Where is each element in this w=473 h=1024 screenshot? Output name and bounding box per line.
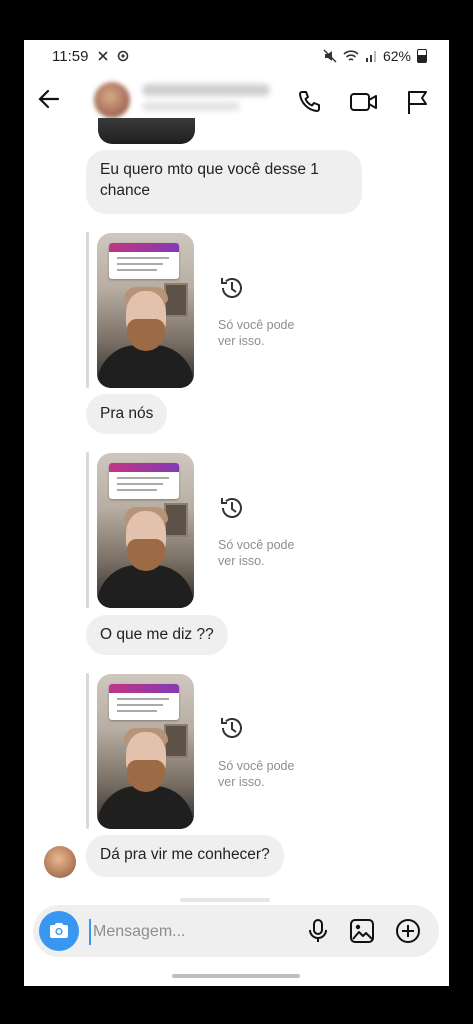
message-bubble[interactable]: Eu quero mto que você desse 1 chance — [86, 150, 362, 214]
message-input[interactable] — [89, 919, 245, 945]
message-text: Dá pra vir me conhecer? — [100, 846, 270, 863]
message-bubble[interactable]: O que me diz ?? — [86, 615, 228, 655]
history-icon — [221, 498, 242, 518]
battery-percent: 62% — [382, 48, 411, 64]
contact-name[interactable] — [142, 84, 270, 96]
message-text: Eu quero mto que você desse 1 chance — [100, 161, 319, 199]
history-icon — [221, 278, 242, 298]
composer-actions — [307, 918, 421, 944]
video-call-icon[interactable] — [349, 88, 379, 116]
camera-button[interactable] — [39, 911, 79, 951]
message-composer — [33, 905, 439, 957]
add-icon[interactable] — [395, 918, 421, 944]
gallery-icon[interactable] — [349, 918, 375, 944]
contact-status — [142, 102, 240, 111]
status-bar: 11:59 62% — [24, 40, 449, 74]
wifi-icon — [343, 50, 359, 61]
story-thumbnail[interactable] — [97, 453, 194, 608]
home-indicator[interactable] — [172, 974, 300, 978]
reply-indicator — [86, 232, 89, 388]
reply-indicator — [86, 452, 89, 608]
microphone-icon[interactable] — [307, 918, 329, 944]
bluetooth-call-icon — [98, 51, 108, 61]
story-thumbnail[interactable] — [97, 674, 194, 829]
sender-avatar[interactable] — [44, 846, 76, 878]
message-text: Pra nós — [100, 405, 154, 422]
phone-icon[interactable] — [295, 88, 323, 116]
camera-icon — [50, 923, 68, 938]
flag-icon[interactable] — [405, 88, 431, 116]
story-thumbnail-partial[interactable] — [98, 118, 195, 144]
status-right: 62% — [323, 48, 427, 64]
scroll-edge — [180, 898, 270, 902]
message-bubble[interactable]: Dá pra vir me conhecer? — [86, 835, 284, 877]
message-bubble[interactable]: Pra nós — [86, 394, 168, 434]
header-actions — [295, 88, 431, 116]
status-notification-icons — [96, 49, 130, 63]
story-privacy-note: Só você pode ver isso. — [218, 318, 295, 348]
chat-screen: 11:59 62% Eu quero mto que você desse 1 … — [24, 40, 449, 986]
message-text: O que me diz ?? — [100, 626, 214, 643]
settings-gear-icon — [117, 50, 129, 62]
mute-icon — [323, 49, 337, 63]
signal-icon — [365, 51, 376, 62]
back-arrow-icon[interactable] — [38, 88, 60, 110]
battery-icon — [417, 49, 427, 63]
story-privacy-note: Só você pode ver isso. — [218, 538, 295, 568]
contact-avatar[interactable] — [94, 82, 130, 118]
chat-header — [24, 76, 449, 126]
status-time: 11:59 — [52, 48, 89, 65]
story-privacy-note: Só você pode ver isso. — [218, 759, 295, 789]
reply-indicator — [86, 673, 89, 829]
story-thumbnail[interactable] — [97, 233, 194, 388]
history-icon — [221, 718, 242, 738]
